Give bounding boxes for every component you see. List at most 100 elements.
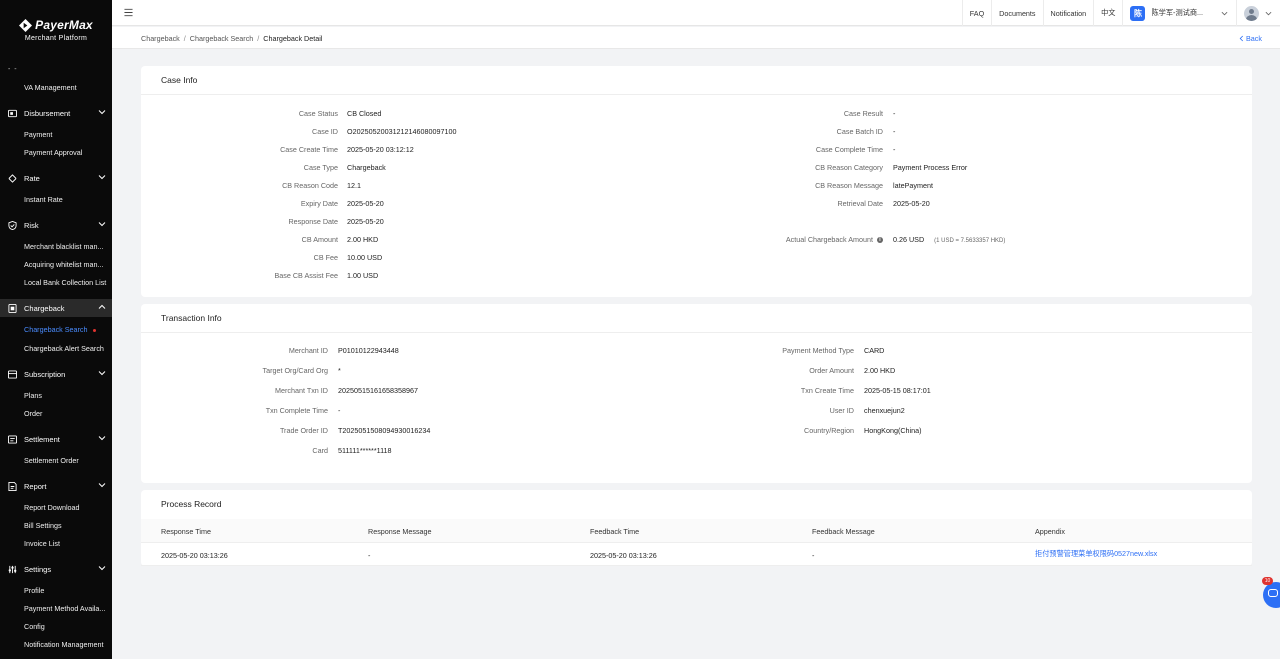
cb-reason-category-label: CB Reason Category xyxy=(815,163,883,172)
trade-order-id-label: Trade Order ID xyxy=(279,426,328,435)
chevron-down-icon xyxy=(98,110,106,115)
process-record-card: Process Record Response Time Response Me… xyxy=(141,490,1252,566)
sidebar-group-label: Report xyxy=(24,481,47,491)
sidebar-group-settlement[interactable]: Settlement xyxy=(0,430,112,448)
notification-link[interactable]: Notification xyxy=(1042,0,1094,26)
brand-logo[interactable]: PayerMax Merchant Platform xyxy=(0,0,112,56)
sidebar-group-chargeback[interactable]: Chargeback xyxy=(0,299,112,317)
language-switch[interactable]: 中文 xyxy=(1093,0,1122,26)
breadcrumb-chargeback[interactable]: Chargeback xyxy=(141,34,180,43)
breadcrumb-chargeback-search[interactable]: Chargeback Search xyxy=(190,34,254,43)
menu-toggle-icon[interactable] xyxy=(124,8,133,17)
case-status-value: CB Closed xyxy=(347,109,382,118)
sidebar-group-disbursement[interactable]: Disbursement xyxy=(0,104,112,122)
country-region-value: HongKong(China) xyxy=(864,426,922,435)
cell-response-message: - xyxy=(368,551,371,560)
sidebar-item-payment-method-availability[interactable]: Payment Method Availa... xyxy=(24,604,105,613)
support-chat-button[interactable] xyxy=(1263,582,1280,608)
sidebar-item-va-management[interactable]: VA Management xyxy=(24,83,77,92)
back-button[interactable]: Back xyxy=(1239,34,1262,43)
appendix-file-link[interactable]: 拒付预警管理菜单权限码0527new.xlsx xyxy=(1035,549,1157,559)
sidebar-group-rate[interactable]: Rate xyxy=(0,169,112,187)
info-icon[interactable]: i xyxy=(877,237,883,244)
sidebar-item-profile[interactable]: Profile xyxy=(24,586,44,595)
sidebar-item-instant-rate[interactable]: Instant Rate xyxy=(24,195,63,204)
column-response-time: Response Time xyxy=(161,527,211,536)
sidebar-item-payment[interactable]: Payment xyxy=(24,130,52,139)
back-label: Back xyxy=(1246,34,1262,43)
chevron-left-icon xyxy=(1239,35,1244,42)
top-bar: FAQ Documents Notification 中文 陈 陈学军-测试商.… xyxy=(112,0,1280,26)
sidebar-item-acquiring-whitelist[interactable]: Acquiring whitelist man... xyxy=(24,260,104,269)
case-batch-id-label: Case Batch ID xyxy=(836,127,883,136)
divider xyxy=(141,94,1252,95)
sidebar-group-risk[interactable]: Risk xyxy=(0,216,112,234)
case-type-value: Chargeback xyxy=(347,163,386,172)
table-header: Response Time Response Message Feedback … xyxy=(141,519,1252,543)
chevron-down-icon xyxy=(1265,11,1272,15)
chevron-down-icon xyxy=(1221,11,1228,15)
merchant-txn-id-label: Merchant Txn ID xyxy=(275,386,328,395)
report-icon xyxy=(8,481,17,491)
txn-complete-time-label: Txn Complete Time xyxy=(265,406,328,415)
sidebar-item-report-download[interactable]: Report Download xyxy=(24,503,80,512)
sidebar-item-config[interactable]: Config xyxy=(24,622,45,631)
cb-reason-code-label: CB Reason Code xyxy=(282,181,338,190)
brand-name: PayerMax xyxy=(35,18,93,32)
retrieval-date-value: 2025-05-20 xyxy=(893,199,930,208)
sidebar-group-label: Settlement xyxy=(24,434,60,444)
sidebar-item-plans[interactable]: Plans xyxy=(24,391,42,400)
disbursement-icon xyxy=(8,109,17,118)
user-menu[interactable] xyxy=(1236,0,1280,26)
chargeback-icon xyxy=(8,303,17,313)
shield-icon xyxy=(8,220,17,230)
actual-chargeback-amount-label: Actual Chargeback Amount i xyxy=(786,235,883,244)
sidebar-item-chargeback-search[interactable]: Chargeback Search xyxy=(24,325,96,334)
response-date-label: Response Date xyxy=(288,217,338,226)
sidebar-item-invoice-list[interactable]: Invoice List xyxy=(24,539,60,548)
sidebar-item-local-bank-collection[interactable]: Local Bank Collection List xyxy=(24,278,106,287)
sidebar-group-report[interactable]: Report xyxy=(0,477,112,495)
case-info-title: Case Info xyxy=(161,75,198,85)
case-batch-id-value: - xyxy=(893,127,896,136)
card-value: 511111******1118 xyxy=(338,446,392,455)
base-cb-assist-fee-value: 1.00 USD xyxy=(347,271,379,280)
user-id-label: User ID xyxy=(829,406,854,415)
notification-dot xyxy=(92,328,96,332)
cb-amount-label: CB Amount xyxy=(301,235,338,244)
account-switcher[interactable]: 陈 陈学军-测试商... xyxy=(1122,0,1236,26)
case-id-value: O20250520031212146080097100 xyxy=(347,127,457,136)
cb-amount-value: 2.00 HKD xyxy=(347,235,379,244)
account-name: 陈学军-测试商... xyxy=(1151,8,1203,17)
sidebar-item-merchant-blacklist[interactable]: Merchant blacklist man... xyxy=(24,242,104,251)
sidebar-group-label: Subscription xyxy=(24,369,66,379)
actual-chargeback-amount-text: Actual Chargeback Amount xyxy=(785,235,873,244)
actual-chargeback-amount-value: 0.26 USD (1 USD = 7.5633357 HKD) xyxy=(893,235,1005,244)
sidebar-item-payment-approval[interactable]: Payment Approval xyxy=(24,148,82,157)
exchange-rate-note: (1 USD = 7.5633357 HKD) xyxy=(934,238,1006,244)
card-label: Card xyxy=(312,446,328,455)
case-info-card: Case Info Case Status CB Closed Case ID … xyxy=(141,66,1252,297)
sidebar-group-label: Settings xyxy=(24,564,52,574)
sidebar-group-subscription[interactable]: Subscription xyxy=(0,365,112,383)
sidebar-group-settings[interactable]: Settings xyxy=(0,560,112,578)
documents-link[interactable]: Documents xyxy=(991,0,1042,26)
case-complete-time-label: Case Complete Time xyxy=(815,145,883,154)
txn-create-time-value: 2025-05-15 08:17:01 xyxy=(864,386,931,395)
sidebar-item-order[interactable]: Order xyxy=(24,409,42,418)
retrieval-date-label: Retrieval Date xyxy=(837,199,883,208)
response-date-value: 2025-05-20 xyxy=(347,217,384,226)
base-cb-assist-fee-label: Base CB Assist Fee xyxy=(274,271,338,280)
sidebar-item-notification-management[interactable]: Notification Management xyxy=(24,640,104,649)
sidebar-item-settlement-order[interactable]: Settlement Order xyxy=(24,456,79,465)
target-org-value: * xyxy=(338,366,341,375)
support-chat-badge: 10 xyxy=(1262,577,1273,585)
top-nav: FAQ Documents Notification 中文 陈 陈学军-测试商.… xyxy=(961,0,1280,26)
faq-link[interactable]: FAQ xyxy=(961,0,991,26)
merchant-txn-id-value: 20250515161658358967 xyxy=(338,386,418,395)
cell-feedback-message: - xyxy=(812,551,815,560)
sidebar-item-chargeback-alert[interactable]: Chargeback Alert Search xyxy=(24,344,104,353)
cb-fee-label: CB Fee xyxy=(313,253,338,262)
sidebar-item-bill-settings[interactable]: Bill Settings xyxy=(24,521,62,530)
chevron-down-icon xyxy=(98,436,106,441)
